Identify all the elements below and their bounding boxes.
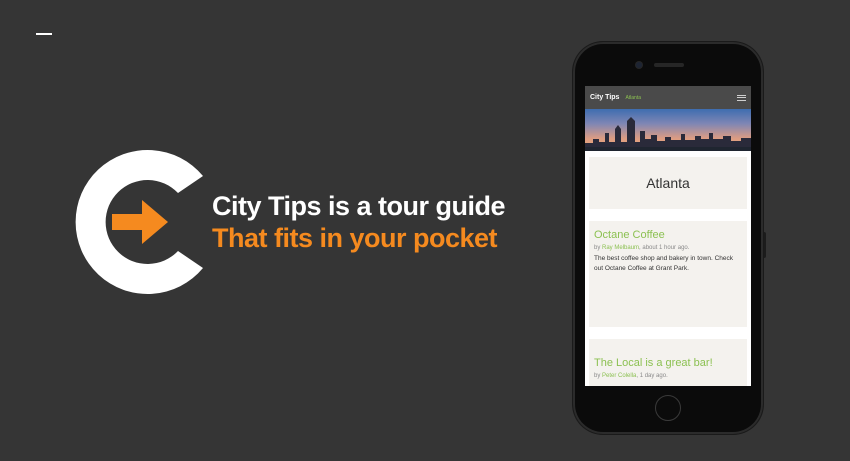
tagline-line-1: City Tips is a tour guide [212,191,506,221]
city-title-card: Atlanta [589,157,747,209]
front-camera-icon [636,62,642,68]
home-button[interactable] [655,395,681,421]
post-author-link[interactable]: Ray Melbaum [602,245,639,251]
speaker-grille [654,63,684,67]
hamburger-menu-icon[interactable] [737,94,746,101]
city-tips-logo-icon [75,150,203,294]
feed-content: Atlanta Octane Coffee by Ray Melbaum, ab… [585,151,751,386]
post-meta: by Ray Melbaum, about 1 hour ago. [594,245,690,251]
page-title: Atlanta [646,175,690,191]
tagline: City Tips is a tour guide That fits in y… [212,190,552,254]
city-link[interactable]: Atlanta [625,95,641,101]
phone-mockup: City Tips Atlanta Atlanta Octane Coffee … [573,42,763,434]
tagline-line-2: That fits in your pocket [212,223,498,253]
menu-dash-icon [36,33,52,35]
post-title[interactable]: Octane Coffee [594,229,742,242]
city-skyline-banner [585,109,751,151]
phone-screen: City Tips Atlanta Atlanta Octane Coffee … [585,86,751,386]
skyline-silhouette [585,117,751,151]
app-brand[interactable]: City Tips [590,94,619,101]
post-title[interactable]: The Local is a great bar! [594,357,742,370]
post-body: The best coffee shop and bakery in town.… [594,255,733,272]
post-card[interactable]: The Local is a great bar! by Peter Colel… [589,339,747,386]
app-navbar: City Tips Atlanta [585,86,751,109]
post-card[interactable]: Octane Coffee by Ray Melbaum, about 1 ho… [589,221,747,327]
phone-side-button [763,232,766,258]
post-meta: by Peter Colella, 1 day ago. [594,373,668,379]
post-author-link[interactable]: Peter Colella [602,373,636,379]
